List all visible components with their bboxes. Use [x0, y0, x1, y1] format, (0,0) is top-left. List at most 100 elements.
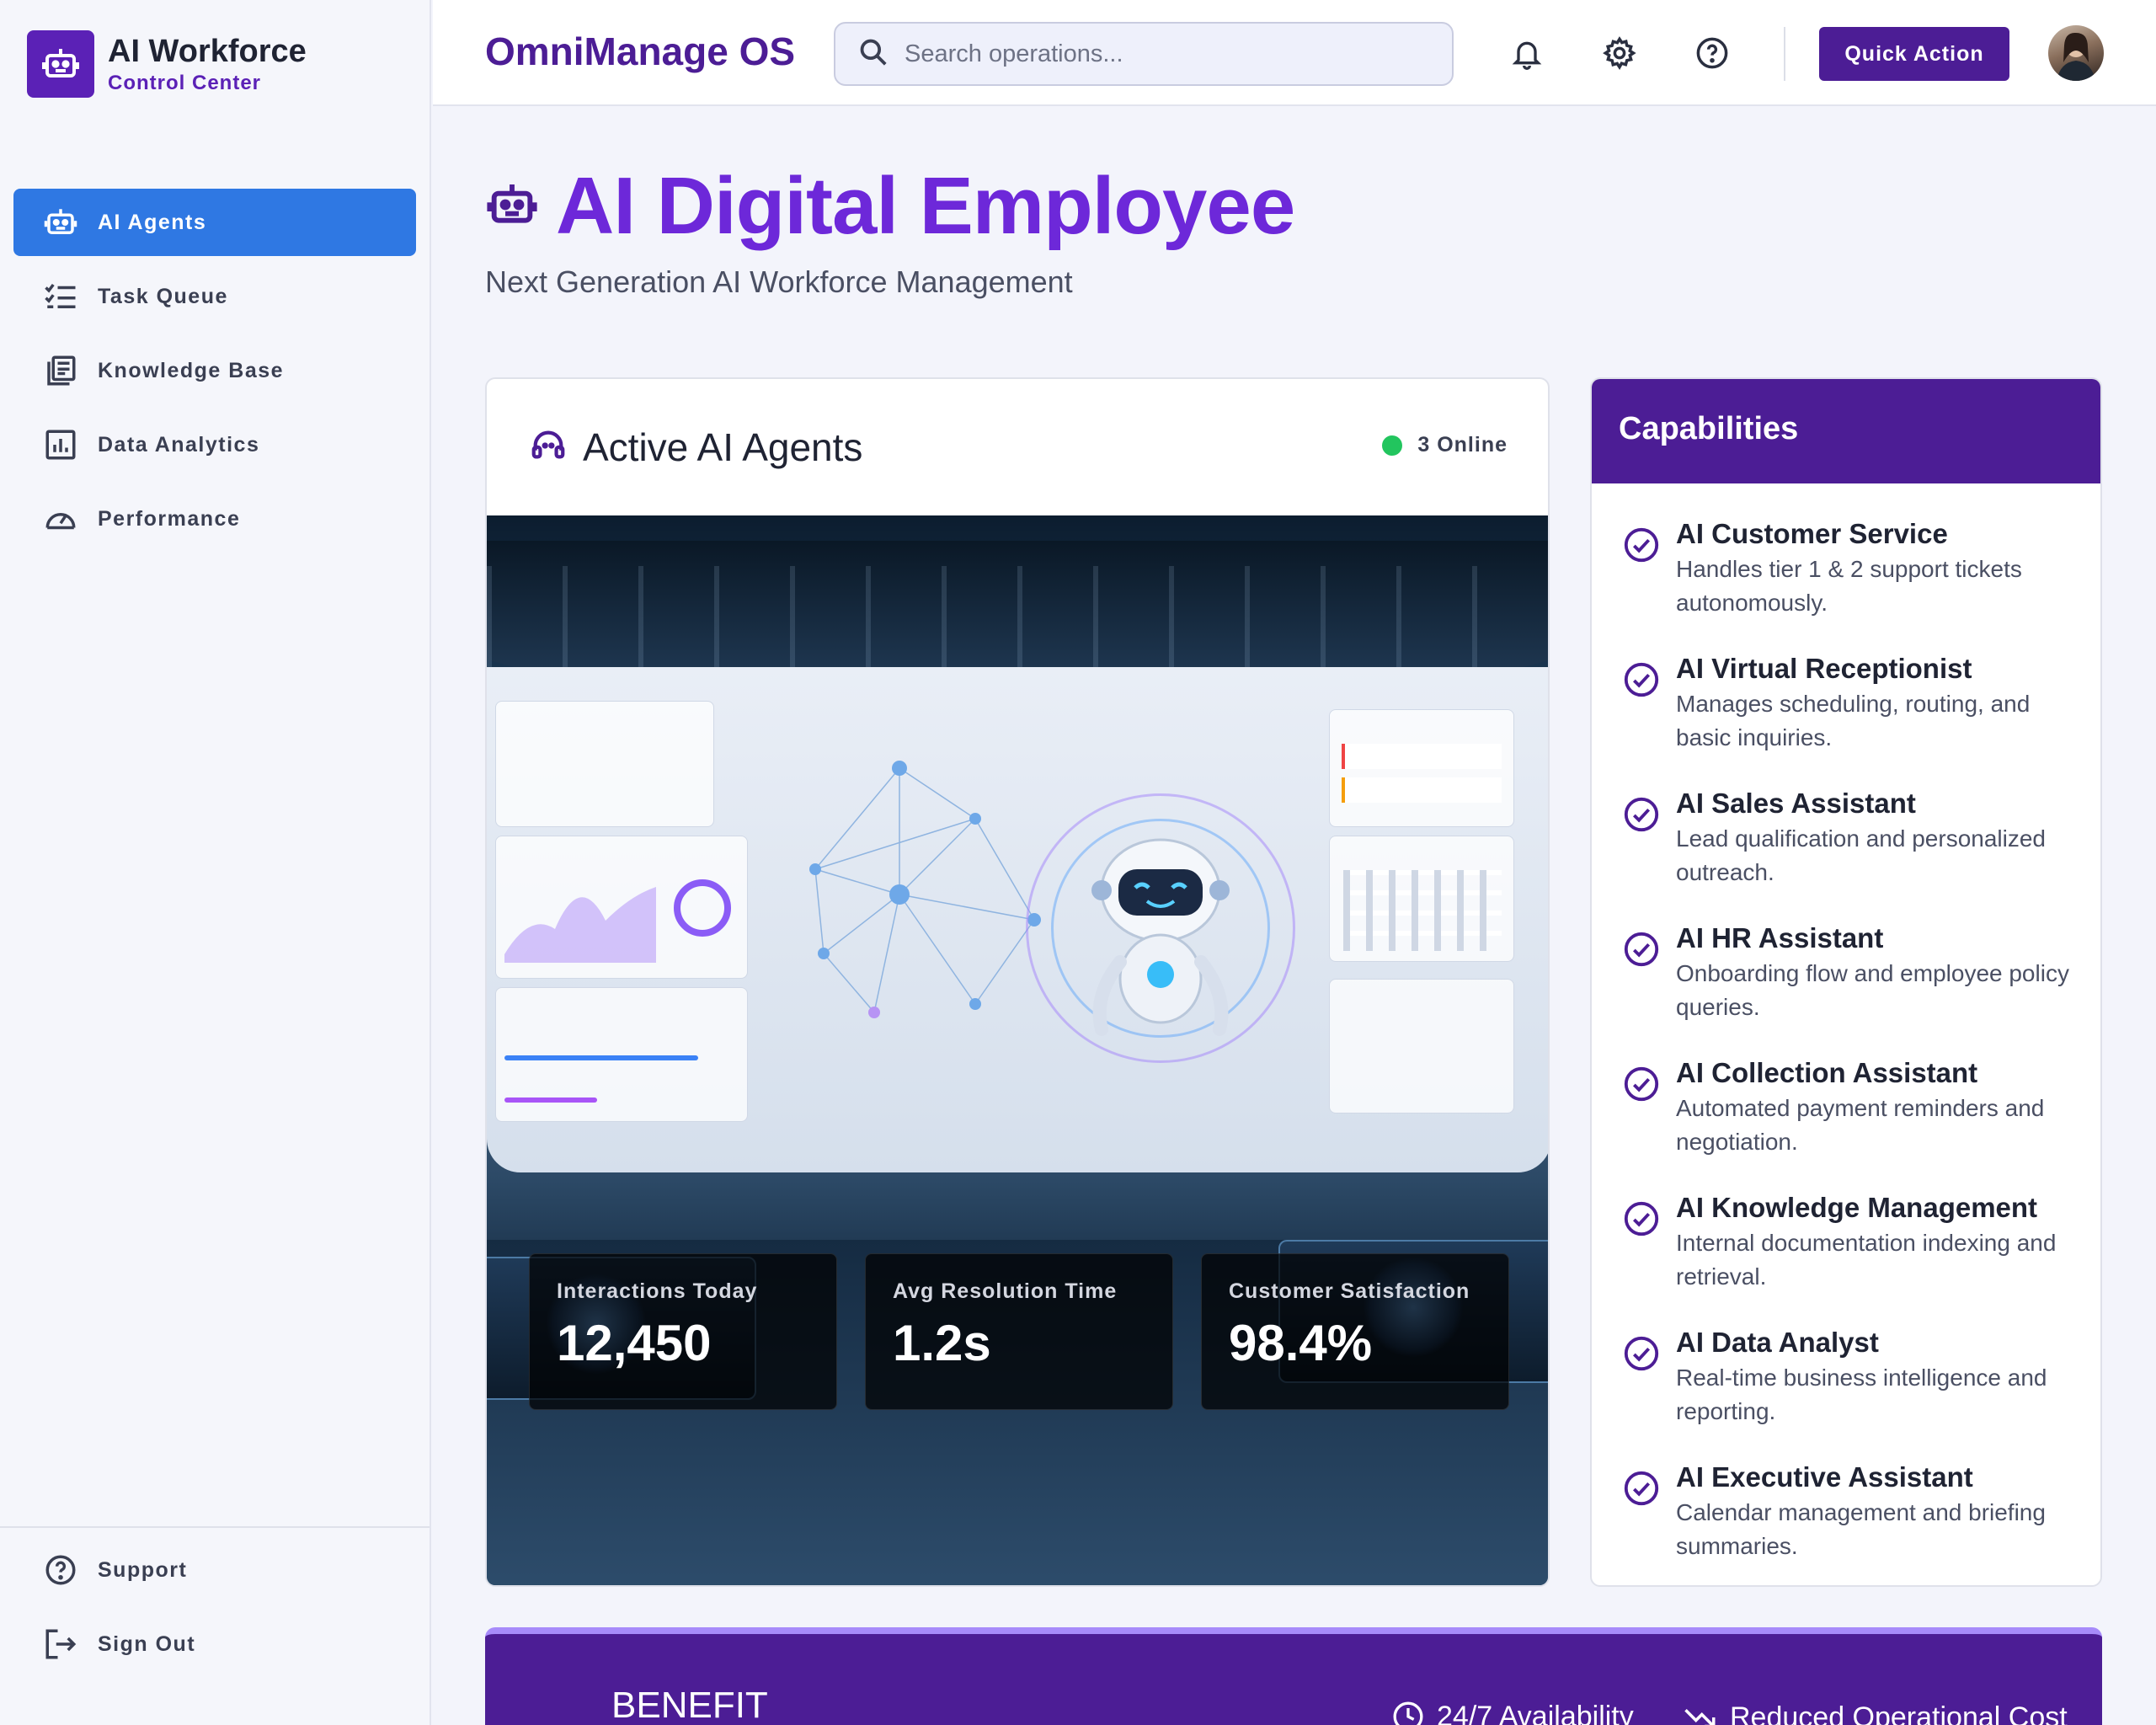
check-circle-icon	[1624, 662, 1659, 697]
top-header: OmniManage OS Quick Action	[433, 0, 2156, 106]
capability-title: AI Knowledge Management	[1676, 1192, 2038, 1223]
online-status: 3 Online	[1382, 433, 1508, 457]
sidebar-item-label: Performance	[98, 506, 241, 531]
capability-title: AI Customer Service	[1676, 518, 1948, 549]
sidebar-item-label: Task Queue	[98, 284, 228, 308]
app-name[interactable]: OmniManage OS	[485, 29, 795, 74]
capability-item[interactable]: AI Data Analyst Real-time business intell…	[1622, 1326, 2100, 1461]
employee-insights-panel	[1329, 979, 1514, 1114]
search-input[interactable]	[905, 40, 1427, 68]
avatar[interactable]	[2048, 25, 2104, 81]
agents-card-title: Active AI Agents	[583, 425, 863, 469]
gear-icon[interactable]	[1598, 32, 1641, 74]
capability-item[interactable]: AI Executive Assistant Calendar managemen…	[1622, 1461, 2100, 1585]
sidebar-item-data-analytics[interactable]: Data Analytics	[13, 411, 416, 478]
check-circle-icon	[1624, 1471, 1659, 1506]
stat-value: 12,450	[557, 1315, 712, 1371]
capabilities-card: Capabilities AI Customer Service Handles …	[1590, 377, 2102, 1587]
capability-item[interactable]: AI Customer Service Handles tier 1 & 2 su…	[1622, 517, 2100, 652]
active-agents-card: Active AI Agents 3 Online Interactions T…	[485, 377, 1550, 1587]
benefit-label: Reduced Operational Cost	[1730, 1701, 2068, 1725]
sidebar-item-task-queue[interactable]: Task Queue	[13, 263, 416, 330]
help-icon[interactable]	[1691, 32, 1733, 74]
clock-icon	[1393, 1701, 1423, 1725]
capability-desc: Lead qualification and personalized outr…	[1676, 825, 2046, 885]
capability-title: AI Collection Assistant	[1676, 1057, 1978, 1088]
stat-label: Interactions Today	[557, 1279, 758, 1303]
sidebar-item-ai-agents[interactable]: AI Agents	[13, 189, 416, 256]
header-divider	[1784, 27, 1785, 81]
stat-label: Customer Satisfaction	[1229, 1279, 1470, 1303]
library-icon	[42, 352, 79, 389]
checklist-icon	[42, 278, 79, 315]
chart-icon	[42, 426, 79, 463]
online-count: 3 Online	[1417, 433, 1508, 457]
speedometer-icon	[42, 500, 79, 537]
sidebar-item-sign-out[interactable]: Sign Out	[13, 1610, 416, 1678]
help-icon	[42, 1551, 79, 1589]
calendar-panel	[1329, 836, 1514, 962]
sidebar-item-label: Sign Out	[98, 1632, 196, 1656]
search-box[interactable]	[834, 22, 1454, 86]
logout-icon	[42, 1626, 79, 1663]
capability-title: AI Sales Assistant	[1676, 788, 1916, 819]
check-circle-icon	[1624, 1066, 1659, 1102]
benefit-label: 24/7 Availability	[1437, 1700, 1634, 1725]
page-subtitle: Next Generation AI Workforce Management	[485, 264, 1073, 299]
capability-title: AI Virtual Receptionist	[1676, 653, 1972, 684]
check-circle-icon	[1624, 797, 1659, 832]
stat-interactions-today: Interactions Today 12,450	[529, 1253, 837, 1410]
capability-title: AI Data Analyst	[1676, 1327, 1879, 1358]
agents-card-header: Active AI Agents 3 Online	[487, 379, 1548, 515]
ai-robot-illustration	[1091, 838, 1230, 1036]
sales-overview-panel	[495, 987, 748, 1122]
benefit-banner: BENEFIT 24/7 Availability Reduced Operat…	[485, 1627, 2102, 1725]
capabilities-title: Capabilities	[1619, 411, 1799, 446]
capability-desc: Manages scheduling, routing, and basic i…	[1676, 691, 2031, 750]
check-circle-icon	[1624, 1201, 1659, 1236]
quick-action-button[interactable]: Quick Action	[1819, 27, 2009, 81]
brand-title: AI Workforce	[108, 34, 307, 69]
page-title-row: AI Digital Employee	[485, 160, 1295, 253]
performance-graph	[504, 879, 731, 963]
task-queue-panel	[1329, 709, 1514, 827]
check-circle-icon	[1624, 527, 1659, 563]
brand-subtitle: Control Center	[108, 72, 261, 94]
page-title: AI Digital Employee	[556, 161, 1295, 251]
sidebar-item-knowledge-base[interactable]: Knowledge Base	[13, 337, 416, 404]
check-circle-icon	[1624, 1336, 1659, 1371]
network-graph	[809, 761, 1041, 1018]
performance-panel	[495, 836, 748, 979]
brand[interactable]: AI Workforce Control Center	[27, 30, 307, 98]
dashboard-wall-screen	[487, 667, 1548, 1172]
ai-operations-room-image	[487, 515, 1548, 1585]
trending-down-icon	[1684, 1709, 1716, 1725]
sidebar-item-label: Data Analytics	[98, 432, 260, 457]
sidebar-item-label: AI Agents	[98, 210, 207, 234]
capability-desc: Onboarding flow and employee policy quer…	[1676, 960, 2069, 1020]
capability-desc: Internal documentation indexing and retr…	[1676, 1230, 2057, 1290]
bell-icon[interactable]	[1506, 32, 1548, 74]
capability-title: AI Executive Assistant	[1676, 1461, 1973, 1493]
capability-item[interactable]: AI Sales Assistant Lead qualification and…	[1622, 787, 2100, 921]
sidebar-nav: AI Agents Task Queue Knowledge Base Data…	[13, 189, 416, 559]
sidebar: AI Workforce Control Center AI Agents Ta…	[0, 0, 431, 1725]
capability-item[interactable]: AI Virtual Receptionist Manages schedulin…	[1622, 652, 2100, 787]
sidebar-item-support[interactable]: Support	[13, 1536, 416, 1604]
capability-item[interactable]: AI Collection Assistant Automated payment…	[1622, 1056, 2100, 1191]
capability-item[interactable]: AI Knowledge Management Internal document…	[1622, 1191, 2100, 1326]
benefit-item-availability: 24/7 Availability	[1391, 1700, 1634, 1725]
robot-icon	[27, 30, 94, 98]
capability-desc: Calendar management and briefing summari…	[1676, 1499, 2046, 1559]
stat-value: 98.4%	[1229, 1315, 1373, 1371]
sidebar-item-performance[interactable]: Performance	[13, 485, 416, 553]
sidebar-footer: Support Sign Out	[0, 1526, 430, 1685]
stat-customer-satisfaction: Customer Satisfaction 98.4%	[1201, 1253, 1509, 1410]
sidebar-item-label: Support	[98, 1557, 188, 1582]
benefit-title: BENEFIT	[611, 1685, 768, 1725]
capability-desc: Automated payment reminders and negotiat…	[1676, 1095, 2045, 1155]
capability-item[interactable]: AI HR Assistant Onboarding flow and emplo…	[1622, 921, 2100, 1056]
check-circle-icon	[1624, 932, 1659, 967]
capability-title: AI HR Assistant	[1676, 922, 1884, 953]
search-icon	[857, 36, 889, 72]
